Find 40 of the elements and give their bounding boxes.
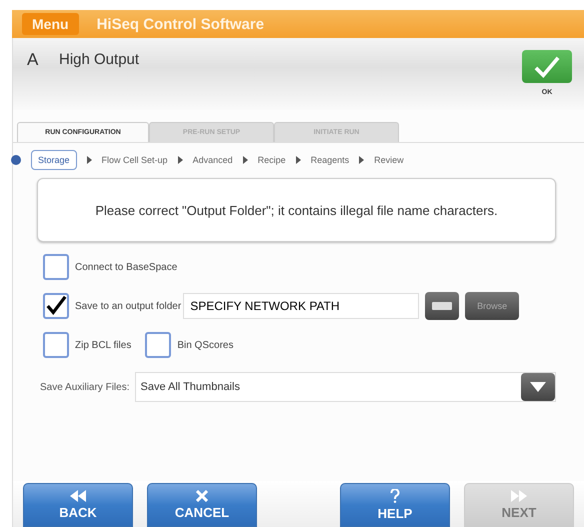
error-message: Please correct "Output Folder"; it contains illegal file name characters. bbox=[37, 178, 556, 242]
step-link[interactable]: Advanced bbox=[192, 152, 233, 168]
auxiliary-files-label: Save Auxiliary Files: bbox=[40, 382, 130, 392]
browse-button[interactable]: Browse bbox=[465, 292, 520, 320]
checkmark-icon bbox=[533, 54, 561, 78]
step-arrow-icon bbox=[359, 156, 364, 164]
close-icon bbox=[196, 490, 208, 502]
keyboard-button[interactable] bbox=[425, 292, 460, 320]
step-arrow-icon bbox=[296, 156, 301, 164]
question-mark-icon bbox=[390, 489, 400, 503]
checkbox[interactable] bbox=[43, 293, 69, 319]
ok-button[interactable] bbox=[522, 50, 572, 83]
checkbox-label: Bin QScores bbox=[177, 340, 234, 350]
step-link[interactable]: Flow Cell Set-up bbox=[102, 152, 168, 168]
checkbox[interactable] bbox=[43, 332, 69, 358]
step-link[interactable]: Review bbox=[374, 152, 404, 168]
checkbox[interactable] bbox=[145, 332, 172, 358]
step-arrow-icon bbox=[86, 156, 92, 164]
run-mode: High Output bbox=[59, 50, 140, 68]
back-button[interactable]: BACK bbox=[23, 483, 133, 527]
step-link[interactable]: Reagents bbox=[310, 152, 350, 168]
checkbox-label: Zip BCL files bbox=[75, 340, 132, 350]
step-link[interactable]: Storage bbox=[31, 150, 77, 170]
fast-forward-icon bbox=[511, 490, 527, 502]
step-link[interactable]: Recipe bbox=[258, 152, 286, 168]
checkbox-label: Save to an output folder bbox=[75, 300, 182, 312]
keyboard-icon bbox=[432, 302, 452, 310]
step-arrow-icon bbox=[178, 156, 183, 164]
rewind-icon bbox=[70, 490, 86, 502]
step-arrow-icon bbox=[242, 156, 248, 164]
dropdown-value: Save All Thumbnails bbox=[140, 381, 240, 393]
checkbox-label: Connect to BaseSpace bbox=[75, 262, 178, 272]
cancel-button[interactable]: CANCEL bbox=[147, 483, 257, 527]
app-title: HiSeq Control Software bbox=[96, 16, 264, 32]
help-button[interactable]: HELP bbox=[340, 483, 450, 527]
checkbox[interactable] bbox=[43, 254, 69, 280]
output-path-field[interactable]: SPECIFY NETWORK PATH bbox=[183, 293, 420, 319]
auxiliary-files-dropdown[interactable]: Save All Thumbnails bbox=[135, 372, 556, 402]
flow-cell-side: A bbox=[27, 50, 40, 70]
step-marker-icon bbox=[11, 155, 21, 165]
